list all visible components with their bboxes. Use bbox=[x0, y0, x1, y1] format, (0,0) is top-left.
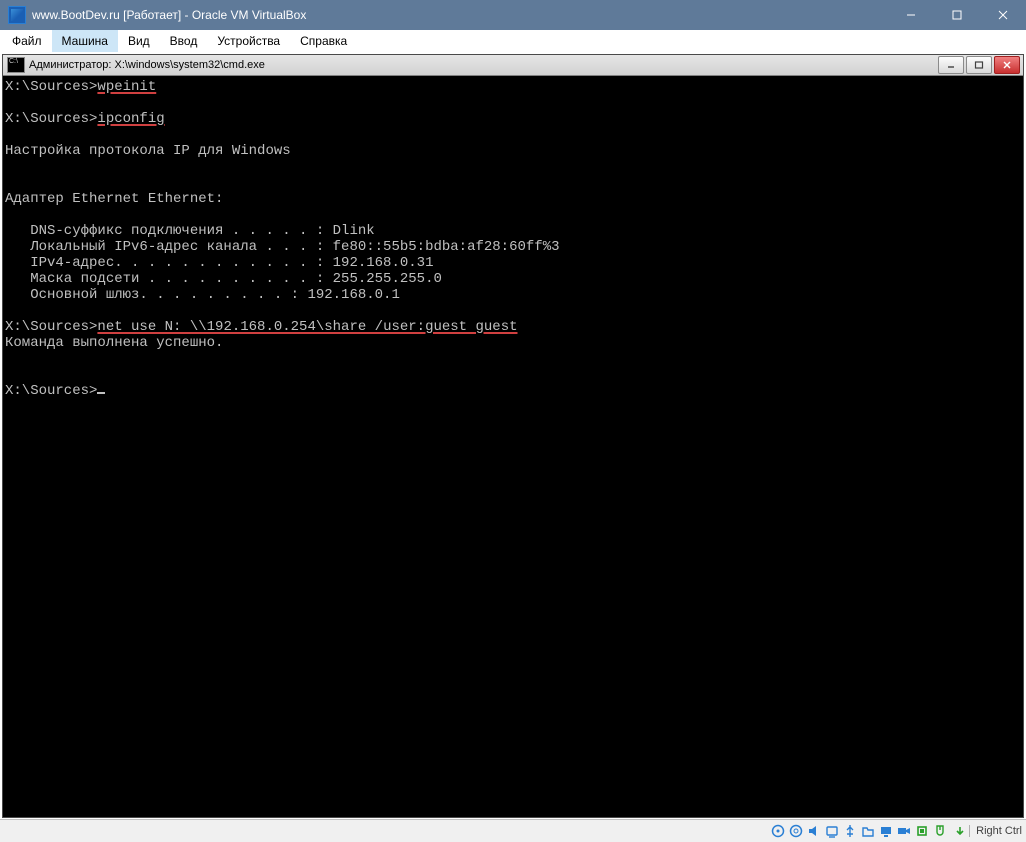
recording-icon[interactable] bbox=[896, 823, 912, 839]
audio-icon[interactable] bbox=[806, 823, 822, 839]
cmd-close-button[interactable] bbox=[994, 56, 1020, 74]
menu-devices[interactable]: Устройства bbox=[207, 30, 290, 52]
prompt: X:\Sources> bbox=[5, 79, 97, 95]
arrow-down-icon bbox=[954, 825, 966, 837]
minimize-button[interactable] bbox=[888, 0, 934, 30]
virtualization-cpu-icon[interactable] bbox=[914, 823, 930, 839]
ipconfig-adapter: Адаптер Ethernet Ethernet: bbox=[5, 191, 223, 207]
hard-disk-icon[interactable] bbox=[770, 823, 786, 839]
cmd-window-title: Администратор: X:\windows\system32\cmd.e… bbox=[29, 59, 938, 71]
cmd-terminal[interactable]: X:\Sources>wpeinit X:\Sources>ipconfig Н… bbox=[3, 76, 1023, 817]
shared-folder-icon[interactable] bbox=[860, 823, 876, 839]
display-icon[interactable] bbox=[878, 823, 894, 839]
network-icon[interactable] bbox=[824, 823, 840, 839]
ipconfig-dns: DNS-суффикс подключения . . . . . : Dlin… bbox=[5, 223, 375, 239]
cmd-window: Администратор: X:\windows\system32\cmd.e… bbox=[2, 54, 1024, 818]
menu-file[interactable]: Файл bbox=[2, 30, 52, 52]
cmd-net-use-result: Команда выполнена успешно. bbox=[5, 335, 223, 351]
optical-disk-icon[interactable] bbox=[788, 823, 804, 839]
cursor-icon bbox=[97, 392, 105, 394]
menu-machine[interactable]: Машина bbox=[52, 30, 118, 52]
usb-icon[interactable] bbox=[842, 823, 858, 839]
outer-window-title: www.BootDev.ru [Работает] - Oracle VM Vi… bbox=[32, 8, 888, 22]
cmd-icon bbox=[7, 57, 25, 73]
ipconfig-gw: Основной шлюз. . . . . . . . . : 192.168… bbox=[5, 287, 400, 303]
prompt: X:\Sources> bbox=[5, 383, 97, 399]
maximize-button[interactable] bbox=[934, 0, 980, 30]
hostkey-indicator[interactable]: Right Ctrl bbox=[954, 825, 1022, 837]
menubar: Файл Машина Вид Ввод Устройства Справка bbox=[0, 30, 1026, 52]
mouse-integration-icon[interactable] bbox=[932, 823, 948, 839]
prompt: X:\Sources> bbox=[5, 111, 97, 127]
cmd-wpeinit: wpeinit bbox=[97, 79, 156, 95]
menu-help[interactable]: Справка bbox=[290, 30, 357, 52]
ipconfig-mask: Маска подсети . . . . . . . . . . : 255.… bbox=[5, 271, 442, 287]
statusbar: Right Ctrl bbox=[0, 819, 1026, 842]
cmd-minimize-button[interactable] bbox=[938, 56, 964, 74]
menu-input[interactable]: Ввод bbox=[160, 30, 208, 52]
hostkey-label: Right Ctrl bbox=[969, 825, 1022, 837]
menu-view[interactable]: Вид bbox=[118, 30, 160, 52]
cmd-net-use: net use N: \\192.168.0.254\share /user:g… bbox=[97, 319, 517, 335]
close-button[interactable] bbox=[980, 0, 1026, 30]
outer-titlebar: www.BootDev.ru [Работает] - Oracle VM Vi… bbox=[0, 0, 1026, 30]
virtualbox-window: www.BootDev.ru [Работает] - Oracle VM Vi… bbox=[0, 0, 1026, 842]
cmd-maximize-button[interactable] bbox=[966, 56, 992, 74]
cmd-titlebar: Администратор: X:\windows\system32\cmd.e… bbox=[3, 55, 1023, 76]
ipconfig-header: Настройка протокола IP для Windows bbox=[5, 143, 291, 159]
ipconfig-ipv6: Локальный IPv6-адрес канала . . . : fe80… bbox=[5, 239, 560, 255]
ipconfig-ipv4: IPv4-адрес. . . . . . . . . . . . : 192.… bbox=[5, 255, 433, 271]
cmd-ipconfig: ipconfig bbox=[97, 111, 164, 127]
virtualbox-icon bbox=[8, 6, 26, 24]
prompt: X:\Sources> bbox=[5, 319, 97, 335]
